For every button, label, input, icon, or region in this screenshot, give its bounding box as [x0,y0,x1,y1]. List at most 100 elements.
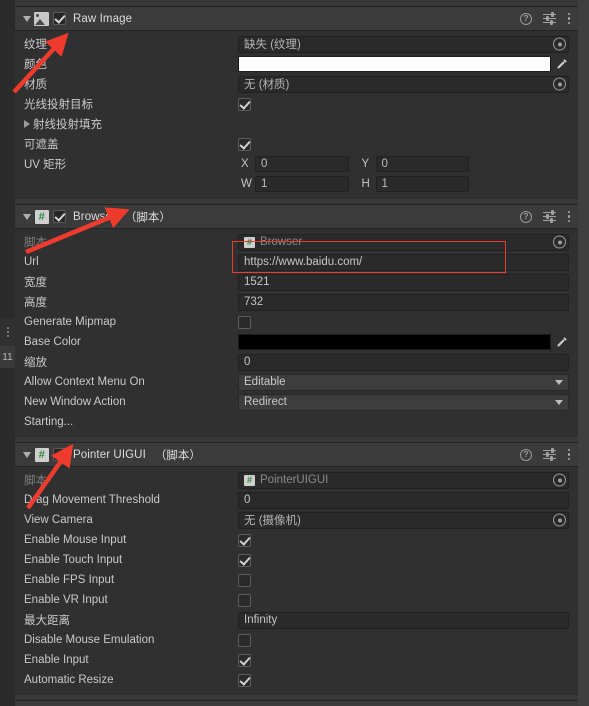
control-enable-mouse-input [238,533,578,547]
label-base-color: Base Color [24,336,81,348]
strip-badge[interactable]: 11 [0,346,15,368]
color-swatch[interactable] [238,56,551,72]
pointer-script-value: PointerUIGUI [260,474,329,486]
uv-y-field[interactable]: 0 [375,156,469,172]
allow-context-menu-dropdown[interactable]: Editable [238,373,569,391]
view-camera-object-field[interactable]: 无 (摄像机) [238,511,569,529]
uv-h-slot: H 1 [359,176,469,192]
kebab-menu-icon[interactable] [567,12,571,25]
enable-vr-input-checkbox[interactable] [238,593,251,607]
browser-enabled-checkbox[interactable] [53,210,66,223]
maskable-checkbox[interactable] [238,137,251,151]
base-color-swatch[interactable] [238,334,551,350]
drag-threshold-input[interactable]: 0 [238,491,569,509]
color-field-wrap [238,56,569,72]
default-ui-material-header[interactable]: Default UI Material (Material) ? [15,700,578,706]
row-max-distance: 最大距离 Infinity [15,610,578,630]
raw-image-foldout-icon[interactable] [20,12,33,25]
width-input[interactable]: 1521 [238,273,569,291]
enable-touch-input-checkbox[interactable] [238,553,251,567]
label-allow-context-menu: Allow Context Menu On [24,376,145,388]
label-enable-mouse-input: Enable Mouse Input [24,534,127,546]
automatic-resize-checkbox[interactable] [238,673,251,687]
browser-foldout-icon[interactable] [20,210,33,223]
height-input[interactable]: 732 [238,293,569,311]
control-scale: 0 [238,353,578,371]
label-enable-touch-input: Enable Touch Input [24,554,123,566]
eyedropper-icon[interactable] [554,58,569,71]
row-disable-mouse-emulation: Disable Mouse Emulation [15,630,578,650]
enable-fps-input-checkbox[interactable] [238,573,251,587]
uv-w-slot: W 1 [238,176,349,192]
uv-y-axis-label: Y [361,158,370,170]
control-raycast-target [238,97,578,111]
max-distance-input[interactable]: Infinity [238,611,569,629]
material-header-tools: ? [544,701,571,706]
pointer-uigui-header[interactable]: # Pointer UIGUI （脚本） ? [15,442,578,467]
uv-h-field[interactable]: 1 [375,176,469,192]
raycast-target-checkbox[interactable] [238,97,251,111]
preset-icon[interactable] [543,210,556,223]
material-object-field[interactable]: 无 (材质) [238,75,569,93]
component-raw-image: Raw Image ? 纹理 缺失 (纹理) 颜色 材质 无 (材质) 光线投射… [15,6,578,199]
row-enable-input: Enable Input [15,650,578,670]
row-uv-rect: UV 矩形 X 0 Y 0 [15,154,578,174]
material-value: 无 (材质) [244,79,290,91]
pointer-script-object-field[interactable]: PointerUIGUI [238,471,569,489]
control-width: 1521 [238,273,578,291]
help-icon[interactable]: ? [520,210,532,223]
vertical-dots-handle-icon[interactable] [0,318,15,346]
label-max-distance: 最大距离 [24,615,70,627]
kebab-menu-icon[interactable] [567,448,571,461]
row-pointer-script: 脚本 PointerUIGUI [15,470,578,490]
raycast-padding-text: 射线投射填充 [33,119,102,131]
url-field-highlight-rect [232,241,506,273]
pointer-uigui-foldout-icon[interactable] [20,448,33,461]
object-picker-icon[interactable] [553,235,566,249]
label-scale: 缩放 [24,357,47,369]
raw-image-enabled-checkbox[interactable] [53,12,66,25]
control-automatic-resize [238,673,578,687]
raycast-padding-foldout-icon[interactable] [24,120,33,128]
pointer-uigui-enabled-checkbox[interactable] [53,448,66,461]
row-texture: 纹理 缺失 (纹理) [15,34,578,54]
generate-mipmap-checkbox[interactable] [238,315,251,329]
kebab-menu-icon[interactable] [567,210,571,223]
raw-image-header[interactable]: Raw Image ? [15,6,578,31]
object-picker-icon[interactable] [553,513,566,527]
view-camera-value: 无 (摄像机) [244,515,301,527]
control-uv-rect-wh: W 1 H 1 [238,176,578,192]
row-automatic-resize: Automatic Resize [15,670,578,690]
object-picker-icon[interactable] [553,473,566,487]
row-enable-fps-input: Enable FPS Input [15,570,578,590]
scale-input[interactable]: 0 [238,353,569,371]
browser-header[interactable]: # Browser （脚本） ? [15,204,578,229]
help-icon[interactable]: ? [520,12,532,25]
preset-icon[interactable] [543,12,556,25]
uv-x-field[interactable]: 0 [255,156,349,172]
preset-icon[interactable] [543,448,556,461]
enable-mouse-input-checkbox[interactable] [238,533,251,547]
eyedropper-icon[interactable] [554,336,569,349]
disable-mouse-emulation-checkbox[interactable] [238,633,251,647]
help-icon[interactable]: ? [520,448,532,461]
texture-object-field[interactable]: 缺失 (纹理) [238,35,569,53]
label-view-camera: View Camera [24,514,93,526]
inspector-scrollbar[interactable] [578,0,589,706]
label-disable-mouse-emulation: Disable Mouse Emulation [24,634,155,646]
object-picker-icon[interactable] [553,37,566,51]
strip-panel-upper [0,0,15,318]
object-picker-icon[interactable] [553,77,566,91]
unity-inspector-window: 11 Raw Image ? 纹理 缺失 (纹理) 颜色 材质 无 (材质) 光… [0,0,589,706]
control-drag-threshold: 0 [238,491,578,509]
row-material: 材质 无 (材质) [15,74,578,94]
uv-w-field[interactable]: 1 [255,176,349,192]
row-raycast-padding[interactable]: 射线投射填充 [15,114,578,134]
chevron-down-icon [555,399,563,405]
browser-title-suffix: （脚本） [124,211,171,224]
new-window-action-dropdown[interactable]: Redirect [238,393,569,411]
control-allow-context-menu: Editable [238,373,578,391]
control-enable-fps-input [238,573,578,587]
enable-input-checkbox[interactable] [238,653,251,667]
row-uv-rect-wh: W 1 H 1 [15,174,578,194]
